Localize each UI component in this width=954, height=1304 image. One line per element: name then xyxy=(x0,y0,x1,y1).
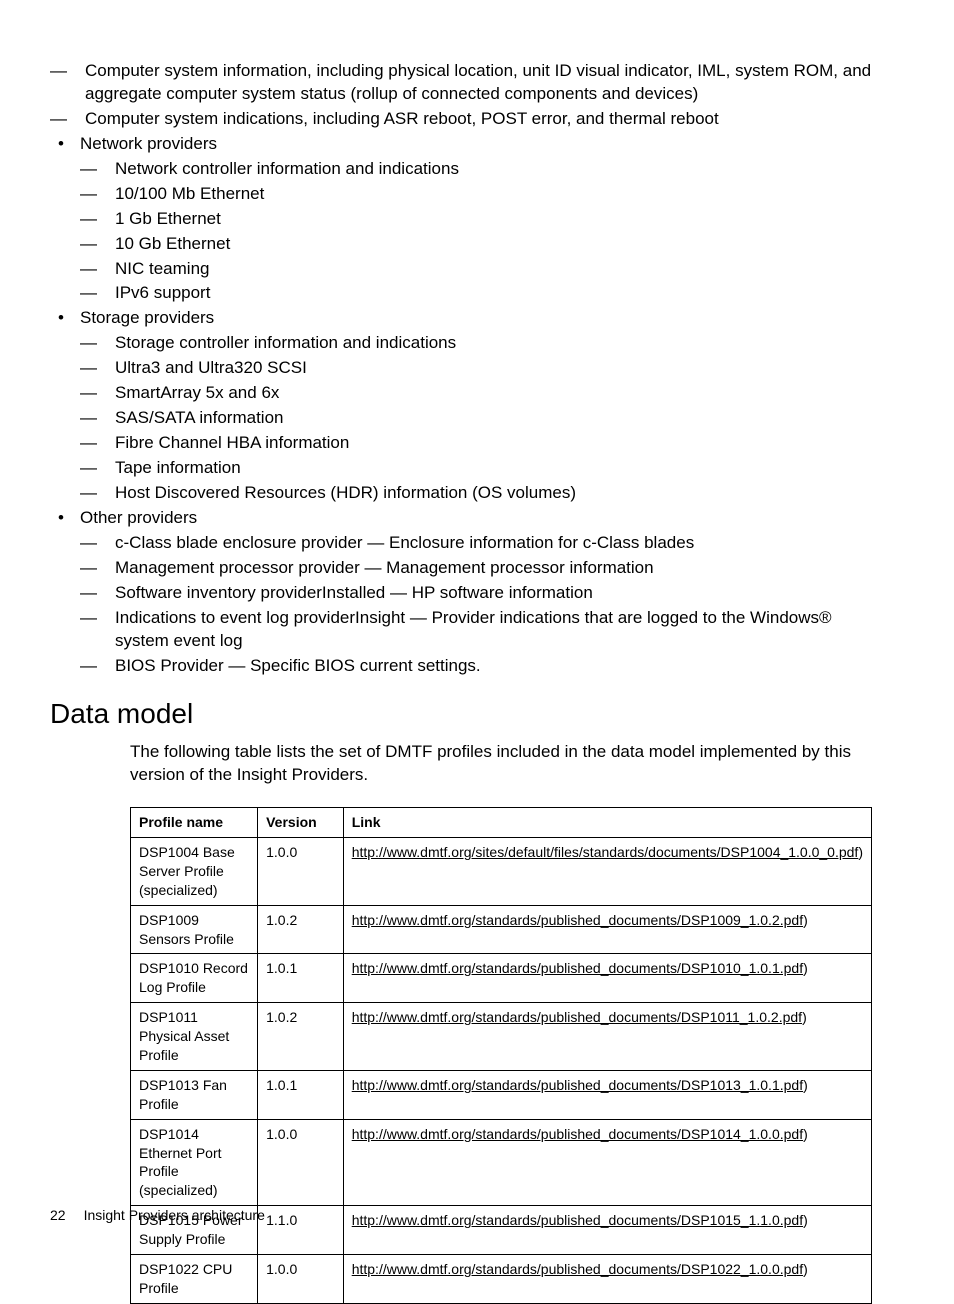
list-item: BIOS Provider — Specific BIOS current se… xyxy=(80,655,874,678)
cell-version: 1.0.2 xyxy=(258,1003,344,1071)
cell-name: DSP1011 Physical Asset Profile xyxy=(131,1003,258,1071)
col-header: Profile name xyxy=(131,808,258,838)
cell-name: DSP1014 Ethernet Port Profile (specializ… xyxy=(131,1119,258,1206)
list-item: IPv6 support xyxy=(80,282,874,305)
table-row: DSP1013 Fan Profile 1.0.1 http://www.dmt… xyxy=(131,1070,872,1119)
bullet-item: Other providers c-Class blade enclosure … xyxy=(50,507,874,678)
profile-link[interactable]: http://www.dmtf.org/standards/published_… xyxy=(352,1126,803,1142)
bullet-item: Storage providers Storage controller inf… xyxy=(50,307,874,505)
link-trailing: ) xyxy=(858,844,863,860)
profile-link[interactable]: http://www.dmtf.org/standards/published_… xyxy=(352,1009,802,1025)
list-item: Host Discovered Resources (HDR) informat… xyxy=(80,482,874,505)
table-row: DSP1011 Physical Asset Profile 1.0.2 htt… xyxy=(131,1003,872,1071)
cell-version: 1.0.1 xyxy=(258,954,344,1003)
link-trailing: ) xyxy=(802,1009,807,1025)
cell-name: DSP1013 Fan Profile xyxy=(131,1070,258,1119)
dash-list: Network controller information and indic… xyxy=(80,158,874,306)
cell-version: 1.0.1 xyxy=(258,1070,344,1119)
link-trailing: ) xyxy=(803,912,808,928)
list-item: 1 Gb Ethernet xyxy=(80,208,874,231)
link-trailing: ) xyxy=(803,1077,808,1093)
dash-list: Storage controller information and indic… xyxy=(80,332,874,505)
link-trailing: ) xyxy=(803,1261,808,1277)
bullet-label: Network providers xyxy=(80,134,217,153)
profiles-table: Profile name Version Link DSP1004 Base S… xyxy=(130,807,872,1304)
cell-link: http://www.dmtf.org/standards/published_… xyxy=(343,954,871,1003)
list-item: Fibre Channel HBA information xyxy=(80,432,874,455)
list-item: Computer system indications, including A… xyxy=(50,108,874,131)
list-item: NIC teaming xyxy=(80,258,874,281)
cell-link: http://www.dmtf.org/standards/published_… xyxy=(343,1070,871,1119)
profile-link[interactable]: http://www.dmtf.org/standards/published_… xyxy=(352,1212,803,1228)
bullet-item: Network providers Network controller inf… xyxy=(50,133,874,306)
table-row: DSP1009 Sensors Profile 1.0.2 http://www… xyxy=(131,905,872,954)
table-body: DSP1004 Base Server Profile (specialized… xyxy=(131,838,872,1304)
list-item: Indications to event log providerInsight… xyxy=(80,607,874,653)
list-item: Computer system information, including p… xyxy=(50,60,874,106)
intro-text: The following table lists the set of DMT… xyxy=(130,741,874,787)
list-item: Tape information xyxy=(80,457,874,480)
cell-link: http://www.dmtf.org/standards/published_… xyxy=(343,1206,871,1255)
cell-version: 1.1.0 xyxy=(258,1206,344,1255)
dash-list: c-Class blade enclosure provider — Enclo… xyxy=(80,532,874,678)
list-item: Management processor provider — Manageme… xyxy=(80,557,874,580)
list-item: Ultra3 and Ultra320 SCSI xyxy=(80,357,874,380)
cell-version: 1.0.0 xyxy=(258,1119,344,1206)
list-item: Storage controller information and indic… xyxy=(80,332,874,355)
cell-name: DSP1004 Base Server Profile (specialized… xyxy=(131,838,258,906)
cell-version: 1.0.0 xyxy=(258,838,344,906)
table-header-row: Profile name Version Link xyxy=(131,808,872,838)
cell-link: http://www.dmtf.org/sites/default/files/… xyxy=(343,838,871,906)
cell-version: 1.0.0 xyxy=(258,1255,344,1304)
table-row: DSP1014 Ethernet Port Profile (specializ… xyxy=(131,1119,872,1206)
top-dash-list: Computer system information, including p… xyxy=(50,60,874,131)
profile-link[interactable]: http://www.dmtf.org/standards/published_… xyxy=(352,1077,803,1093)
link-trailing: ) xyxy=(803,1212,808,1228)
table-row: DSP1004 Base Server Profile (specialized… xyxy=(131,838,872,906)
section-heading: Data model xyxy=(50,695,874,733)
table-row: DSP1022 CPU Profile 1.0.0 http://www.dmt… xyxy=(131,1255,872,1304)
link-trailing: ) xyxy=(803,1126,808,1142)
cell-name: DSP1009 Sensors Profile xyxy=(131,905,258,954)
cell-link: http://www.dmtf.org/standards/published_… xyxy=(343,905,871,954)
list-item: SmartArray 5x and 6x xyxy=(80,382,874,405)
profile-link[interactable]: http://www.dmtf.org/standards/published_… xyxy=(352,912,803,928)
page-number: 22 xyxy=(50,1207,66,1223)
list-item: Software inventory providerInstalled — H… xyxy=(80,582,874,605)
list-item: SAS/SATA information xyxy=(80,407,874,430)
profile-link[interactable]: http://www.dmtf.org/standards/published_… xyxy=(352,960,803,976)
col-header: Link xyxy=(343,808,871,838)
list-item: 10/100 Mb Ethernet xyxy=(80,183,874,206)
profile-link[interactable]: http://www.dmtf.org/standards/published_… xyxy=(352,1261,803,1277)
col-header: Version xyxy=(258,808,344,838)
cell-version: 1.0.2 xyxy=(258,905,344,954)
profile-link[interactable]: http://www.dmtf.org/sites/default/files/… xyxy=(352,844,859,860)
cell-name: DSP1022 CPU Profile xyxy=(131,1255,258,1304)
bullet-label: Other providers xyxy=(80,508,197,527)
bullet-list: Network providers Network controller inf… xyxy=(50,133,874,678)
table-row: DSP1010 Record Log Profile 1.0.1 http://… xyxy=(131,954,872,1003)
link-trailing: ) xyxy=(803,960,808,976)
list-item: 10 Gb Ethernet xyxy=(80,233,874,256)
list-item: Network controller information and indic… xyxy=(80,158,874,181)
footer-section: Insight Providers architecture xyxy=(84,1207,265,1223)
cell-link: http://www.dmtf.org/standards/published_… xyxy=(343,1003,871,1071)
page: Computer system information, including p… xyxy=(0,0,954,1271)
list-item: c-Class blade enclosure provider — Enclo… xyxy=(80,532,874,555)
cell-link: http://www.dmtf.org/standards/published_… xyxy=(343,1119,871,1206)
cell-name: DSP1010 Record Log Profile xyxy=(131,954,258,1003)
bullet-label: Storage providers xyxy=(80,308,214,327)
page-footer: 22 Insight Providers architecture xyxy=(50,1206,265,1225)
cell-link: http://www.dmtf.org/standards/published_… xyxy=(343,1255,871,1304)
